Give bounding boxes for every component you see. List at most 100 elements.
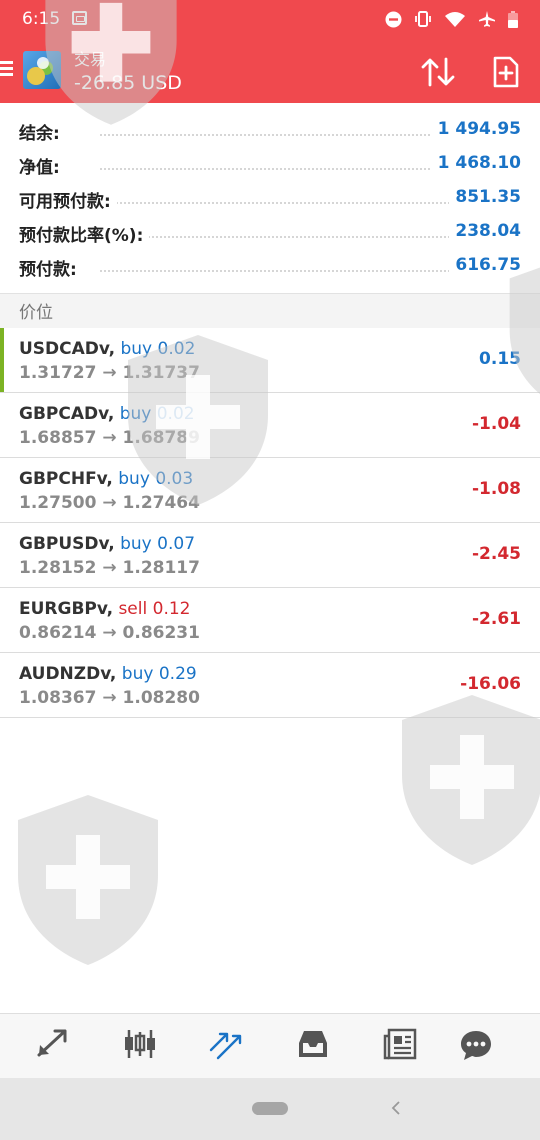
nav-quotes[interactable] (33, 1028, 73, 1064)
separator: , (108, 339, 116, 359)
position-volume: 0.12 (152, 599, 191, 619)
position-profit: -16.06 (460, 674, 521, 694)
new-order-icon[interactable] (492, 56, 520, 88)
separator: , (106, 599, 114, 619)
system-nav-bar (0, 1078, 540, 1140)
dotted-leader (100, 270, 450, 272)
position-title: USDCADv, buy 0.02 (19, 339, 195, 359)
battery-icon (508, 10, 518, 28)
summary-value: 238.04 (449, 221, 521, 241)
position-row[interactable]: USDCADv, buy 0.02 1.31727 → 1.31737 0.15 (0, 328, 540, 393)
nav-news[interactable] (380, 1028, 420, 1064)
section-label: 价位 (19, 303, 53, 323)
open-price: 0.86214 (19, 623, 97, 643)
shield-watermark-icon (8, 790, 168, 970)
summary-row-free-margin: 可用预付款: 851.35 (0, 182, 540, 216)
position-volume: 0.07 (157, 534, 196, 554)
chart-icon (125, 1030, 155, 1058)
position-prices: 1.28152 → 1.28117 (19, 558, 200, 578)
position-profit: 0.15 (479, 349, 521, 369)
current-price: 0.86231 (122, 623, 200, 643)
summary-value: 616.75 (449, 255, 521, 275)
current-price: 1.31737 (122, 363, 200, 383)
arrow-right-icon: → (102, 493, 117, 513)
position-row[interactable]: EURGBPv, sell 0.12 0.86214 → 0.86231 -2.… (0, 588, 540, 653)
menu-icon[interactable] (0, 61, 13, 77)
position-side: buy (118, 469, 150, 489)
position-volume: 0.29 (158, 664, 197, 684)
positions-list: USDCADv, buy 0.02 1.31727 → 1.31737 0.15… (0, 328, 540, 718)
position-title: GBPCHFv, buy 0.03 (19, 469, 193, 489)
position-volume: 0.03 (155, 469, 194, 489)
position-profit: -2.45 (472, 544, 521, 564)
current-price: 1.08280 (122, 688, 200, 708)
position-symbol: EURGBPv (19, 599, 107, 619)
airplane-icon (479, 11, 495, 27)
wifi-icon (445, 11, 465, 27)
summary-value: 1 468.10 (431, 153, 521, 173)
notification-icon (72, 11, 87, 25)
arrow-right-icon: → (102, 623, 117, 643)
summary-label: 净值: (19, 153, 66, 178)
separator: , (106, 469, 113, 489)
sort-icon[interactable] (420, 57, 456, 87)
home-pill[interactable] (252, 1102, 288, 1115)
position-prices: 1.27500 → 1.27464 (19, 493, 200, 513)
summary-row-margin-level: 预付款比率(%): 238.04 (0, 216, 540, 250)
separator: , (107, 404, 115, 424)
open-price: 1.08367 (19, 688, 97, 708)
position-row[interactable]: GBPCADv, buy 0.02 1.68857 → 1.68789 -1.0… (0, 393, 540, 458)
summary-label: 结余: (19, 119, 66, 144)
history-icon (299, 1031, 327, 1057)
chat-icon (461, 1031, 491, 1060)
position-side: buy (120, 534, 152, 554)
summary-value: 1 494.95 (431, 119, 521, 139)
do-not-disturb-icon (385, 11, 402, 27)
position-row[interactable]: AUDNZDv, buy 0.29 1.08367 → 1.08280 -16.… (0, 653, 540, 718)
position-prices: 1.08367 → 1.08280 (19, 688, 200, 708)
nav-trade[interactable] (206, 1028, 246, 1064)
position-title: AUDNZDv, buy 0.29 (19, 664, 197, 684)
bottom-nav (0, 1013, 540, 1078)
summary-label: 可用预付款: (19, 187, 117, 212)
arrow-right-icon: → (102, 363, 117, 383)
status-icons (385, 10, 518, 28)
position-title: GBPCADv, buy 0.02 (19, 404, 195, 424)
open-price: 1.27500 (19, 493, 97, 513)
position-side: buy (119, 404, 152, 424)
status-time: 6:15 (22, 9, 61, 29)
position-prices: 1.31727 → 1.31737 (19, 363, 200, 383)
position-profit: -2.61 (472, 609, 521, 629)
position-volume: 0.02 (157, 339, 196, 359)
arrow-right-icon: → (102, 688, 117, 708)
news-icon (383, 1028, 417, 1060)
account-summary: 结余: 1 494.95 净值: 1 468.10 可用预付款: 851.35 … (0, 114, 540, 284)
dotted-leader (100, 236, 450, 238)
page-title: 交易 (74, 50, 107, 69)
position-prices: 1.68857 → 1.68789 (19, 428, 200, 448)
position-side: sell (118, 599, 148, 619)
position-symbol: GBPCHFv (19, 469, 107, 489)
status-bar: 6:15 (0, 0, 540, 38)
app-header: 6:15 交易 -26.85 USD (0, 0, 540, 103)
position-title: EURGBPv, sell 0.12 (19, 599, 190, 619)
arrow-right-icon: → (102, 428, 117, 448)
position-profit: -1.08 (472, 479, 521, 499)
back-icon[interactable] (390, 1100, 402, 1116)
nav-history[interactable] (293, 1028, 333, 1064)
dotted-leader (100, 202, 450, 204)
position-symbol: GBPUSDv (19, 534, 109, 554)
nav-chart[interactable] (120, 1028, 160, 1064)
dotted-leader (100, 168, 450, 170)
open-price: 1.28152 (19, 558, 97, 578)
position-row[interactable]: GBPUSDv, buy 0.07 1.28152 → 1.28117 -2.4… (0, 523, 540, 588)
position-profit: -1.04 (472, 414, 521, 434)
position-volume: 0.02 (156, 404, 195, 424)
arrow-right-icon: → (102, 558, 117, 578)
current-price: 1.27464 (122, 493, 200, 513)
current-price: 1.28117 (122, 558, 200, 578)
position-symbol: AUDNZDv (19, 664, 110, 684)
position-row[interactable]: GBPCHFv, buy 0.03 1.27500 → 1.27464 -1.0… (0, 458, 540, 523)
nav-chat[interactable] (456, 1028, 496, 1064)
open-price: 1.68857 (19, 428, 97, 448)
